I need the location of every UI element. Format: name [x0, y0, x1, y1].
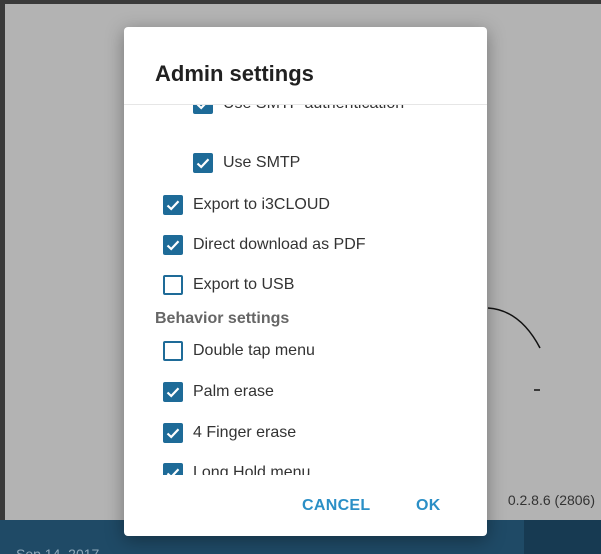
check-icon — [166, 468, 180, 475]
checkbox-use-smtp-auth[interactable] — [193, 105, 213, 114]
setting-label: Export to USB — [193, 276, 295, 293]
setting-row-export-usb[interactable]: Export to USB — [163, 274, 294, 296]
bottom-bar-action[interactable] — [524, 520, 601, 554]
setting-label: Double tap menu — [193, 342, 315, 359]
setting-label: Palm erase — [193, 383, 274, 400]
check-icon — [196, 158, 210, 169]
version-label: 0.2.8.6 (2806) — [507, 492, 595, 508]
setting-row-direct-download-pdf[interactable]: Direct download as PDF — [163, 234, 366, 256]
checkbox-long-hold-menu[interactable] — [163, 463, 183, 475]
checkbox-direct-download-pdf[interactable] — [163, 235, 183, 255]
check-icon — [166, 240, 180, 251]
setting-label: Use SMTP — [223, 154, 301, 171]
checkbox-export-usb[interactable] — [163, 275, 183, 295]
checkbox-export-i3cloud[interactable] — [163, 195, 183, 215]
setting-row-long-hold-menu[interactable]: Long Hold menu — [163, 462, 310, 475]
setting-row-double-tap-menu[interactable]: Double tap menu — [163, 340, 315, 362]
check-icon — [166, 200, 180, 211]
checkbox-use-smtp[interactable] — [193, 153, 213, 173]
checkbox-palm-erase[interactable] — [163, 382, 183, 402]
setting-row-export-i3cloud[interactable]: Export to i3CLOUD — [163, 194, 330, 216]
setting-label: Direct download as PDF — [193, 236, 366, 253]
ok-button[interactable]: OK — [416, 497, 441, 515]
date-label: Sep 14, 2017 — [16, 546, 100, 554]
section-header-behavior: Behavior settings — [155, 310, 290, 327]
setting-label: 4 Finger erase — [193, 424, 297, 441]
settings-scroll-area[interactable]: Use SMTP authentication Use SMTP Export … — [124, 105, 487, 475]
admin-settings-dialog: Admin settings Use SMTP authentication U… — [124, 27, 487, 536]
setting-row-use-smtp-auth[interactable]: Use SMTP authentication — [193, 105, 404, 115]
check-icon — [196, 105, 206, 110]
setting-row-use-smtp[interactable]: Use SMTP — [193, 152, 300, 174]
cancel-button[interactable]: CANCEL — [302, 497, 370, 515]
dialog-title: Admin settings — [155, 61, 314, 86]
left-border — [0, 0, 5, 520]
setting-row-4-finger-erase[interactable]: 4 Finger erase — [163, 422, 296, 444]
setting-label: Long Hold menu — [193, 464, 311, 475]
screen: 0.2.8.6 (2806) Sep 14, 2017 Admin settin… — [0, 0, 601, 554]
checkbox-4-finger-erase[interactable] — [163, 423, 183, 443]
top-border — [0, 0, 601, 4]
check-icon — [166, 428, 180, 439]
checkbox-double-tap-menu[interactable] — [163, 341, 183, 361]
setting-label: Export to i3CLOUD — [193, 196, 330, 213]
setting-label: Use SMTP authentication — [223, 105, 404, 113]
setting-row-palm-erase[interactable]: Palm erase — [163, 381, 274, 403]
check-icon — [166, 387, 180, 398]
whiteboard-stroke — [487, 307, 541, 391]
